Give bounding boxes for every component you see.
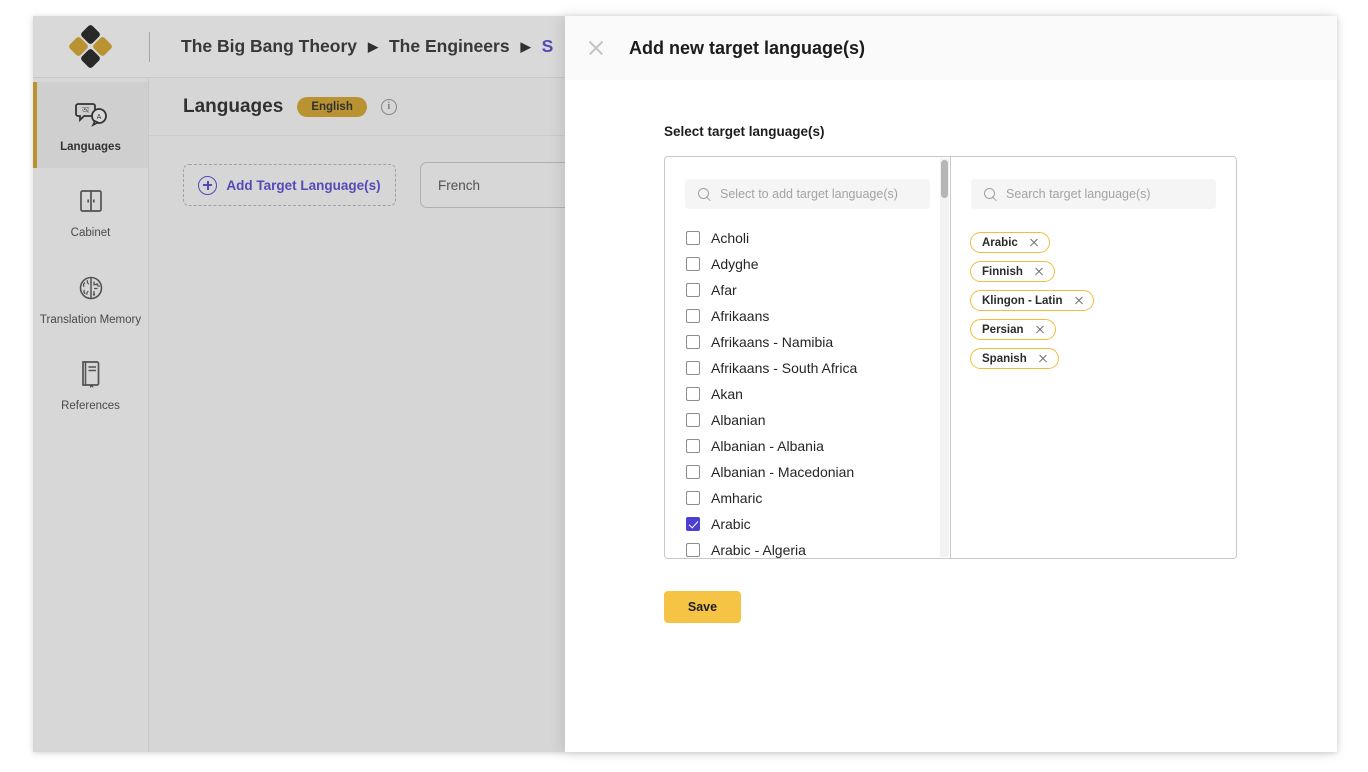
checkbox[interactable] — [686, 491, 700, 505]
list-item[interactable]: Afrikaans — [686, 303, 950, 329]
dual-language-selector: Select to add target language(s) Acholi … — [664, 156, 1237, 559]
checkbox[interactable] — [686, 543, 700, 557]
checkbox[interactable] — [686, 465, 700, 479]
list-item[interactable]: Amharic — [686, 485, 950, 511]
language-chip[interactable]: Persian — [970, 319, 1056, 340]
chip-label: Spanish — [982, 352, 1027, 365]
search-icon — [698, 187, 711, 201]
search-icon — [984, 187, 997, 201]
checkbox[interactable] — [686, 283, 700, 297]
checkbox[interactable] — [686, 231, 700, 245]
selected-search-box[interactable]: Search target language(s) — [971, 179, 1216, 209]
remove-chip-icon[interactable] — [1035, 324, 1046, 335]
close-icon[interactable] — [585, 37, 607, 59]
language-name: Albanian — [711, 412, 766, 428]
list-item[interactable]: Afrikaans - Namibia — [686, 329, 950, 355]
list-item[interactable]: Albanian - Albania — [686, 433, 950, 459]
scrollbar[interactable] — [940, 158, 949, 557]
list-item[interactable]: Afar — [686, 277, 950, 303]
checkbox[interactable] — [686, 309, 700, 323]
language-name: Arabic — [711, 516, 751, 532]
language-chip[interactable]: Finnish — [970, 261, 1055, 282]
language-name: Akan — [711, 386, 743, 402]
remove-chip-icon[interactable] — [1038, 353, 1049, 364]
language-name: Afrikaans - Namibia — [711, 334, 834, 350]
list-item[interactable]: Albanian - Macedonian — [686, 459, 950, 485]
list-item[interactable]: Afrikaans - South Africa — [686, 355, 950, 381]
language-name: Albanian - Albania — [711, 438, 824, 454]
chip-label: Finnish — [982, 265, 1023, 278]
modal-title: Add new target language(s) — [629, 37, 866, 58]
list-item[interactable]: Arabic — [686, 511, 950, 537]
language-name: Afrikaans - South Africa — [711, 360, 858, 376]
screen: The Big Bang Theory ▶ The Engineers ▶ S … — [0, 0, 1368, 772]
selected-search-placeholder: Search target language(s) — [1006, 187, 1151, 201]
save-button[interactable]: Save — [664, 591, 741, 623]
checkbox[interactable] — [686, 387, 700, 401]
checkbox[interactable] — [686, 361, 700, 375]
available-search-placeholder: Select to add target language(s) — [720, 187, 898, 201]
language-name: Arabic - Algeria — [711, 542, 806, 558]
remove-chip-icon[interactable] — [1073, 295, 1084, 306]
checkbox[interactable] — [686, 517, 700, 531]
language-name: Amharic — [711, 490, 763, 506]
list-item[interactable]: Albanian — [686, 407, 950, 433]
selected-languages-panel: Search target language(s) Arabic Finnish — [951, 157, 1236, 558]
add-target-language-modal: Add new target language(s) Select target… — [565, 16, 1337, 752]
language-name: Albanian - Macedonian — [711, 464, 855, 480]
list-item[interactable]: Adyghe — [686, 251, 950, 277]
chip-label: Klingon - Latin — [982, 294, 1063, 307]
language-name: Afar — [711, 282, 737, 298]
checkbox[interactable] — [686, 413, 700, 427]
language-name: Adyghe — [711, 256, 759, 272]
language-option-list: Acholi Adyghe Afar Afrikaans Afrikaans -… — [665, 225, 950, 563]
modal-header: Add new target language(s) — [565, 16, 1337, 80]
language-name: Acholi — [711, 230, 750, 246]
list-item[interactable]: Arabic - Algeria — [686, 537, 950, 563]
checkbox[interactable] — [686, 335, 700, 349]
language-chip[interactable]: Klingon - Latin — [970, 290, 1095, 311]
scrollbar-thumb[interactable] — [941, 160, 948, 198]
language-chip[interactable]: Arabic — [970, 232, 1050, 253]
remove-chip-icon[interactable] — [1029, 237, 1040, 248]
chip-label: Persian — [982, 323, 1024, 336]
modal-body: Select target language(s) Select to add … — [565, 80, 1337, 623]
available-search-box[interactable]: Select to add target language(s) — [685, 179, 930, 209]
section-label: Select target language(s) — [664, 124, 825, 139]
language-name: Afrikaans — [711, 308, 770, 324]
available-languages-panel: Select to add target language(s) Acholi … — [665, 157, 951, 558]
list-item[interactable]: Acholi — [686, 225, 950, 251]
checkbox[interactable] — [686, 257, 700, 271]
language-chip[interactable]: Spanish — [970, 348, 1059, 369]
list-item[interactable]: Akan — [686, 381, 950, 407]
checkbox[interactable] — [686, 439, 700, 453]
selected-language-chips: Arabic Finnish Klingon - Latin Persian S… — [951, 232, 1236, 369]
chip-label: Arabic — [982, 236, 1018, 249]
remove-chip-icon[interactable] — [1034, 266, 1045, 277]
